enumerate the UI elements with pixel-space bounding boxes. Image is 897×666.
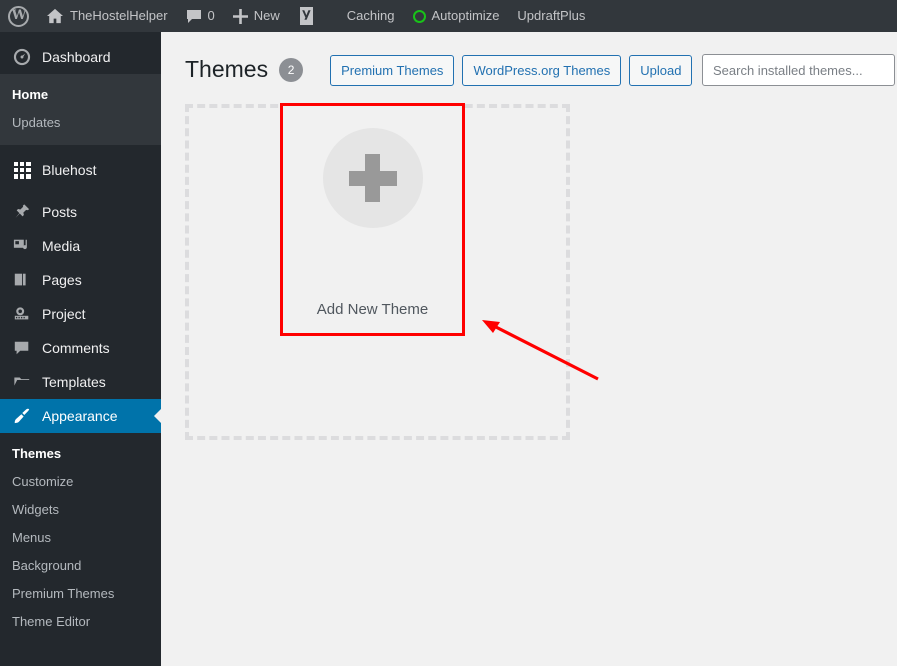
green-circle-icon — [412, 9, 426, 23]
sidebar-item-appearance[interactable]: Appearance — [0, 399, 161, 433]
site-name-menu[interactable]: TheHostelHelper — [37, 0, 177, 32]
sidebar-item-dashboard[interactable]: Dashboard — [0, 40, 161, 74]
caching-menu[interactable]: Caching — [338, 0, 404, 32]
updraftplus-menu[interactable]: UpdraftPlus — [508, 0, 594, 32]
plus-icon — [232, 8, 248, 24]
comment-icon — [12, 338, 32, 358]
comment-count-label: 0 — [207, 8, 215, 23]
project-film-icon — [12, 304, 32, 324]
header-button-group: Premium Themes WordPress.org Themes Uplo… — [330, 54, 693, 86]
sidebar-item-posts[interactable]: Posts — [0, 195, 161, 229]
comment-bubble-icon — [186, 9, 202, 24]
new-content-menu[interactable]: New — [224, 0, 289, 32]
admin-bar: TheHostelHelper 0 New Caching Autoptimiz… — [0, 0, 897, 32]
sidebar-item-label-posts: Posts — [42, 204, 78, 220]
search-container — [702, 54, 897, 86]
autoptimize-menu[interactable]: Autoptimize — [404, 0, 509, 32]
submenu-item-background[interactable]: Background — [0, 552, 161, 580]
sidebar-item-label-dashboard: Dashboard — [42, 49, 111, 65]
submenu-item-menus[interactable]: Menus — [0, 524, 161, 552]
sidebar-item-media[interactable]: Media — [0, 229, 161, 263]
sidebar-item-label-pages: Pages — [42, 272, 82, 288]
sidebar-item-label-media: Media — [42, 238, 81, 254]
home-icon — [46, 8, 64, 24]
sidebar-item-label-bluehost: Bluehost — [42, 162, 97, 178]
theme-count-badge: 2 — [279, 58, 304, 82]
sidebar-item-label-templates: Templates — [42, 374, 106, 390]
wordpress-logo-icon — [8, 5, 29, 27]
sidebar-item-bluehost[interactable]: Bluehost — [0, 153, 161, 187]
submenu-item-themes[interactable]: Themes — [0, 440, 161, 468]
wordpress-logo-menu[interactable] — [0, 0, 37, 32]
pages-icon — [12, 270, 32, 290]
folder-icon — [12, 372, 32, 392]
paintbrush-icon — [12, 406, 32, 426]
sidebar-item-templates[interactable]: Templates — [0, 365, 161, 399]
page-header: Themes 2 Premium Themes WordPress.org Th… — [161, 32, 897, 86]
new-label: New — [253, 8, 280, 23]
updraftplus-label: UpdraftPlus — [517, 8, 586, 23]
bluehost-grid-icon — [12, 160, 32, 180]
annotation-highlight-box — [280, 103, 465, 336]
sidebar-item-label-project: Project — [42, 306, 86, 322]
comments-menu[interactable]: 0 — [177, 0, 224, 32]
wordpress-org-themes-button[interactable]: WordPress.org Themes — [462, 54, 622, 86]
appearance-submenu: Themes Customize Widgets Menus Backgroun… — [0, 433, 161, 644]
yoast-seo-menu[interactable] — [289, 0, 324, 32]
admin-sidebar-menu: Dashboard Home Updates Bluehost Posts Me… — [0, 32, 161, 666]
page-title: Themes — [185, 56, 269, 83]
dashboard-icon — [12, 47, 32, 67]
pin-icon — [12, 202, 32, 222]
sidebar-item-comments[interactable]: Comments — [0, 331, 161, 365]
dashboard-submenu: Home Updates — [0, 74, 161, 145]
search-input[interactable] — [702, 54, 895, 86]
site-name-label: TheHostelHelper — [70, 8, 168, 23]
submenu-item-premium-themes[interactable]: Premium Themes — [0, 580, 161, 608]
submenu-item-customize[interactable]: Customize — [0, 468, 161, 496]
main-content: Themes 2 Premium Themes WordPress.org Th… — [161, 32, 897, 666]
sidebar-item-pages[interactable]: Pages — [0, 263, 161, 297]
submenu-item-theme-editor[interactable]: Theme Editor — [0, 608, 161, 636]
submenu-item-updates[interactable]: Updates — [0, 109, 161, 137]
sidebar-item-label-appearance: Appearance — [42, 408, 118, 424]
sidebar-item-project[interactable]: Project — [0, 297, 161, 331]
premium-themes-button[interactable]: Premium Themes — [330, 54, 455, 86]
sidebar-item-label-comments: Comments — [42, 340, 110, 356]
submenu-item-home[interactable]: Home — [0, 81, 161, 109]
autoptimize-label: Autoptimize — [431, 8, 500, 23]
upload-theme-button[interactable]: Upload — [629, 54, 693, 86]
submenu-item-widgets[interactable]: Widgets — [0, 496, 161, 524]
caching-label: Caching — [346, 8, 395, 23]
yoast-seo-icon — [298, 7, 315, 25]
media-icon — [12, 236, 32, 256]
